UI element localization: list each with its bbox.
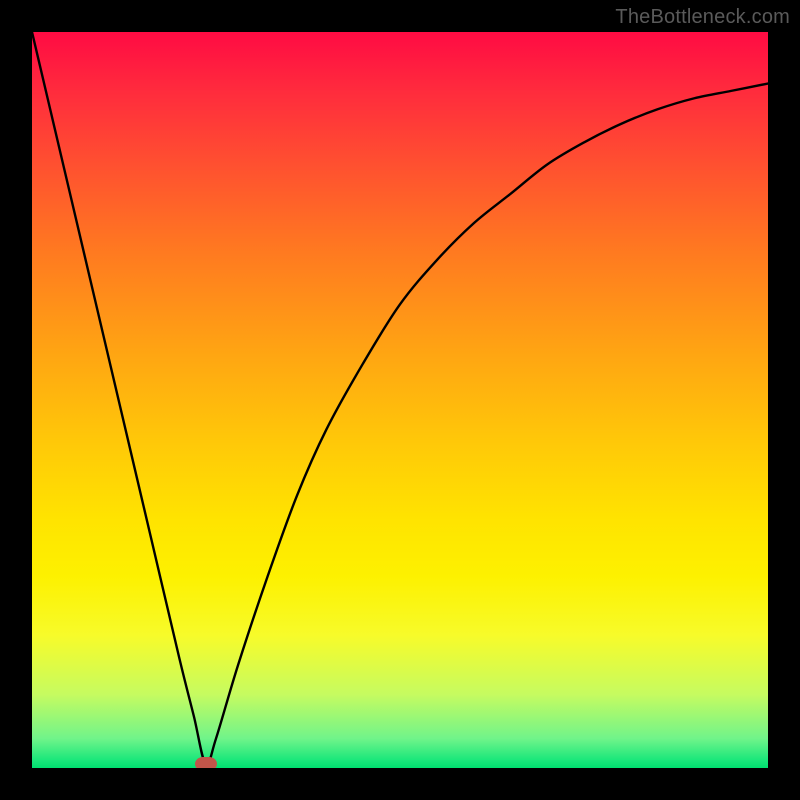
chart-frame: TheBottleneck.com bbox=[0, 0, 800, 800]
minimum-marker bbox=[195, 757, 217, 768]
watermark-text: TheBottleneck.com bbox=[615, 6, 790, 29]
plot-area bbox=[32, 32, 768, 768]
bottleneck-curve bbox=[32, 32, 768, 768]
